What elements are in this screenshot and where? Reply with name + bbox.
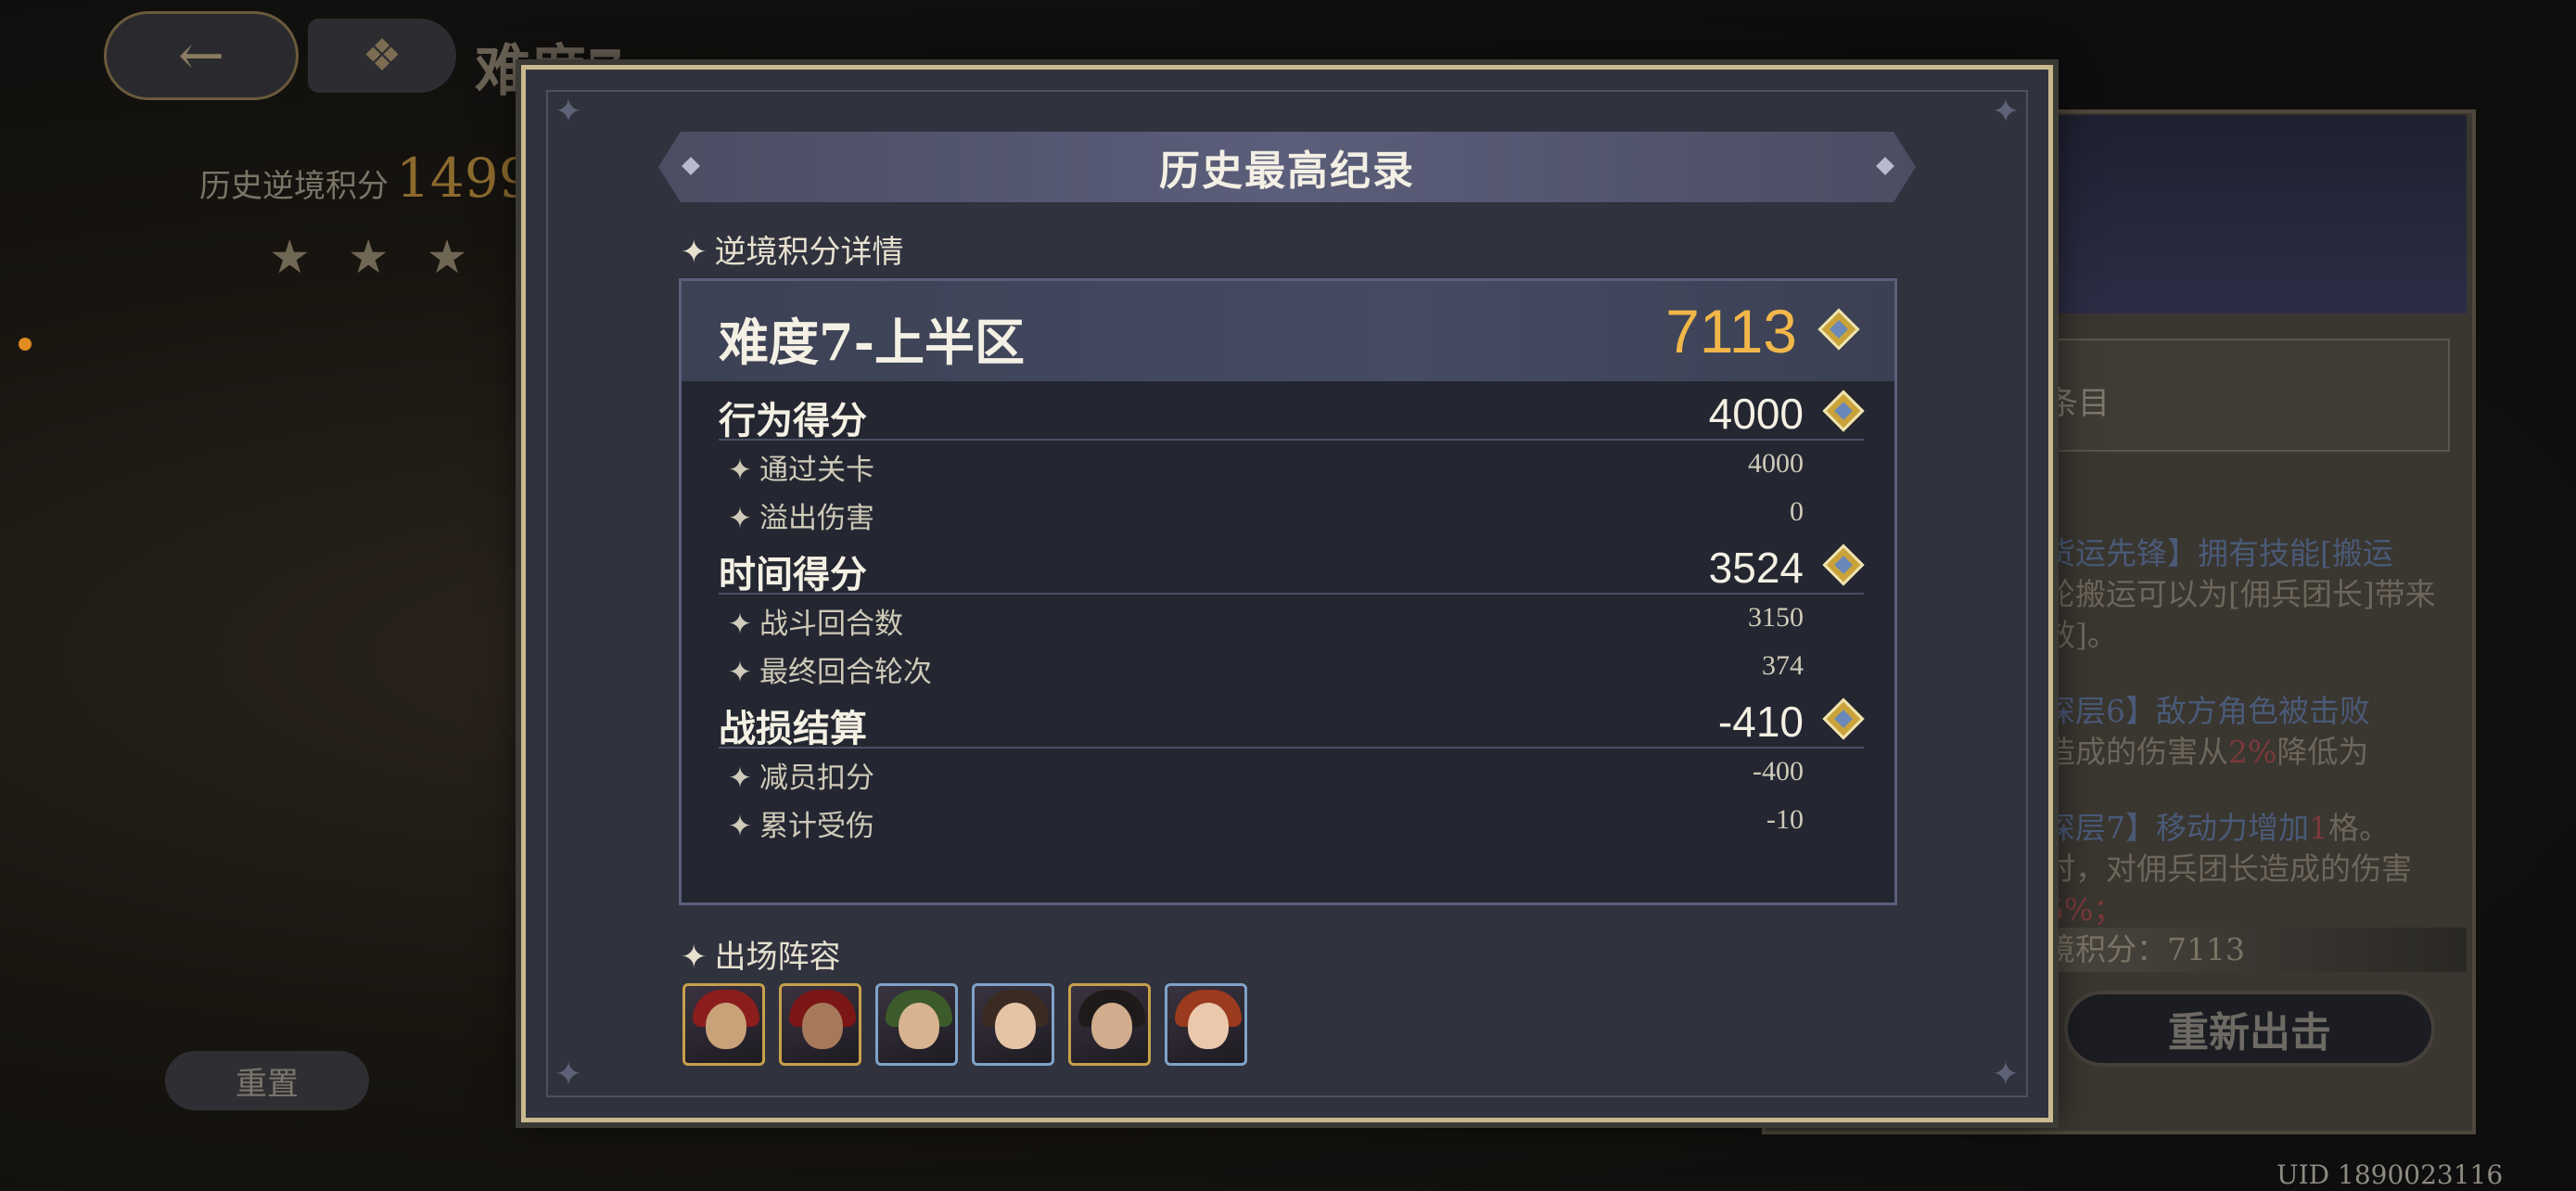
entry-field-text: 条目: [2047, 385, 2110, 422]
buff-desc-3: 深层7】移动力增加1格。 时，对佣兵团长造成的伤害 5%；: [2045, 810, 2412, 928]
back-button[interactable]: ←: [104, 11, 299, 100]
score-item-value: 374: [1762, 650, 1804, 681]
avatar-face: [899, 1003, 939, 1049]
score-item-label: ✦ 累计受伤: [728, 810, 874, 843]
stage-banner-image: [2045, 115, 2467, 314]
score-item-row: ✦ 最终回合轮次 374: [719, 643, 1864, 689]
score-group-label: 时间得分: [719, 553, 867, 596]
score-item-label: ✦ 最终回合轮次: [728, 656, 932, 689]
player-uid: UID 1890023116: [2276, 1159, 2504, 1190]
score-medal-icon: [1822, 698, 1865, 740]
buff-desc-2: 深层6】敌方角色被击败 造成的伤害从2%降低为: [2045, 693, 2370, 770]
score-group-label: 战损结算: [719, 707, 867, 750]
score-card-title: 难度7-上半区: [719, 313, 1025, 372]
modal-title: 历史最高纪录: [1159, 147, 1415, 195]
avatar-face: [995, 1003, 1036, 1049]
lineup-avatar-hero-5[interactable]: [1068, 983, 1151, 1066]
score-item-value: 0: [1790, 496, 1804, 527]
score-item-value: -400: [1753, 756, 1804, 787]
avatar-face: [706, 1003, 746, 1049]
score-item-row: ✦ 战斗回合数 3150: [719, 595, 1864, 641]
score-item-row: ✦ 通过关卡 4000: [719, 441, 1864, 487]
sparkle-icon: ✦: [728, 454, 752, 487]
star-rating: ★★★: [269, 230, 505, 284]
score-item-row: ✦ 减员扣分 -400: [719, 749, 1864, 795]
corner-ornament-icon: ✦: [1991, 1056, 2021, 1094]
history-score-value: 1499: [396, 147, 533, 210]
corner-ornament-icon: ✦: [1991, 93, 2021, 131]
mode-button[interactable]: ❖: [308, 19, 456, 93]
score-item-label: ✦ 通过关卡: [728, 454, 874, 487]
score-group-row: 战损结算 -410: [719, 691, 1865, 750]
score-card: 难度7-上半区 7113 行为得分 4000 ✦ 通过关卡 4000 ✦ 溢出伤害 0 时间得分…: [679, 278, 1897, 905]
score-medal-icon: [1817, 308, 1860, 351]
lineup-avatar-hero-1[interactable]: [682, 983, 765, 1066]
score-item-row: ✦ 溢出伤害 0: [719, 489, 1864, 535]
lineup-avatar-hero-4[interactable]: [972, 983, 1054, 1066]
sparkle-icon: ✦: [728, 656, 752, 689]
score-medal-icon: [1822, 544, 1865, 586]
score-item-value: 4000: [1748, 448, 1804, 479]
buff-description: 货运先锋】拥有技能[搬运 轮搬运可以为[佣兵团长]带来 效]。 深层6】敌方角色被击…: [2045, 533, 2471, 966]
score-item-label: ✦ 战斗回合数: [728, 608, 903, 641]
lineup-avatar-hero-3[interactable]: [875, 983, 958, 1066]
buff-desc-1: 货运先锋】拥有技能[搬运 轮搬运可以为[佣兵团长]带来 效]。: [2045, 535, 2436, 653]
avatar-face: [802, 1003, 843, 1049]
score-item-value: 3150: [1748, 602, 1804, 633]
score-medal-icon: [1822, 390, 1865, 432]
score-group-value: 4000: [1708, 390, 1804, 438]
score-item-row: ✦ 累计受伤 -10: [719, 797, 1864, 843]
total-score: 7113: [1665, 297, 1797, 365]
score-item-value: -10: [1766, 804, 1804, 835]
lineup-avatars: [682, 983, 1247, 1066]
sparkle-icon: ✦: [728, 762, 752, 795]
score-item-label: ✦ 溢出伤害: [728, 502, 874, 535]
replay-button[interactable]: 重新出击: [2064, 991, 2435, 1067]
back-arrow-icon: ←: [177, 23, 225, 88]
score-group-label: 行为得分: [719, 399, 867, 442]
sparkle-icon: ✦: [681, 234, 708, 271]
corner-ornament-icon: ✦: [554, 93, 583, 131]
reset-button[interactable]: 重置: [165, 1051, 369, 1110]
lineup-avatar-hero-6[interactable]: [1165, 983, 1247, 1066]
history-score-label: 历史逆境积分: [199, 168, 389, 205]
entry-field: 条目: [2045, 339, 2450, 452]
detail-section-label: ✦ 逆境积分详情: [681, 234, 904, 271]
sparkle-icon: ✦: [728, 810, 752, 843]
score-group-value: -410: [1717, 698, 1804, 746]
avatar-face: [1091, 1003, 1132, 1049]
sparkle-icon: ✦: [681, 939, 708, 976]
avatar-face: [1188, 1003, 1229, 1049]
score-group-row: 时间得分 3524: [719, 537, 1865, 596]
sparkle-icon: ✦: [728, 502, 752, 535]
lineup-avatar-hero-2[interactable]: [779, 983, 861, 1066]
panel-score-line: 境积分：7113: [2045, 928, 2467, 972]
notification-dot: [19, 338, 32, 351]
corner-ornament-icon: ✦: [554, 1056, 583, 1094]
history-score: 历史逆境积分 1499: [199, 147, 533, 210]
sparkle-icon: ✦: [728, 608, 752, 641]
grid-icon: ❖: [362, 30, 402, 82]
score-group-row: 行为得分 4000: [719, 383, 1865, 442]
score-item-label: ✦ 减员扣分: [728, 762, 874, 795]
lineup-section-label: ✦ 出场阵容: [681, 939, 841, 976]
score-group-value: 3524: [1708, 544, 1804, 592]
game-screen: ← ❖ 难度7 历史逆境积分1499 ★★★ 重置 条目 货运先锋】拥有技能[搬…: [0, 0, 2576, 1191]
